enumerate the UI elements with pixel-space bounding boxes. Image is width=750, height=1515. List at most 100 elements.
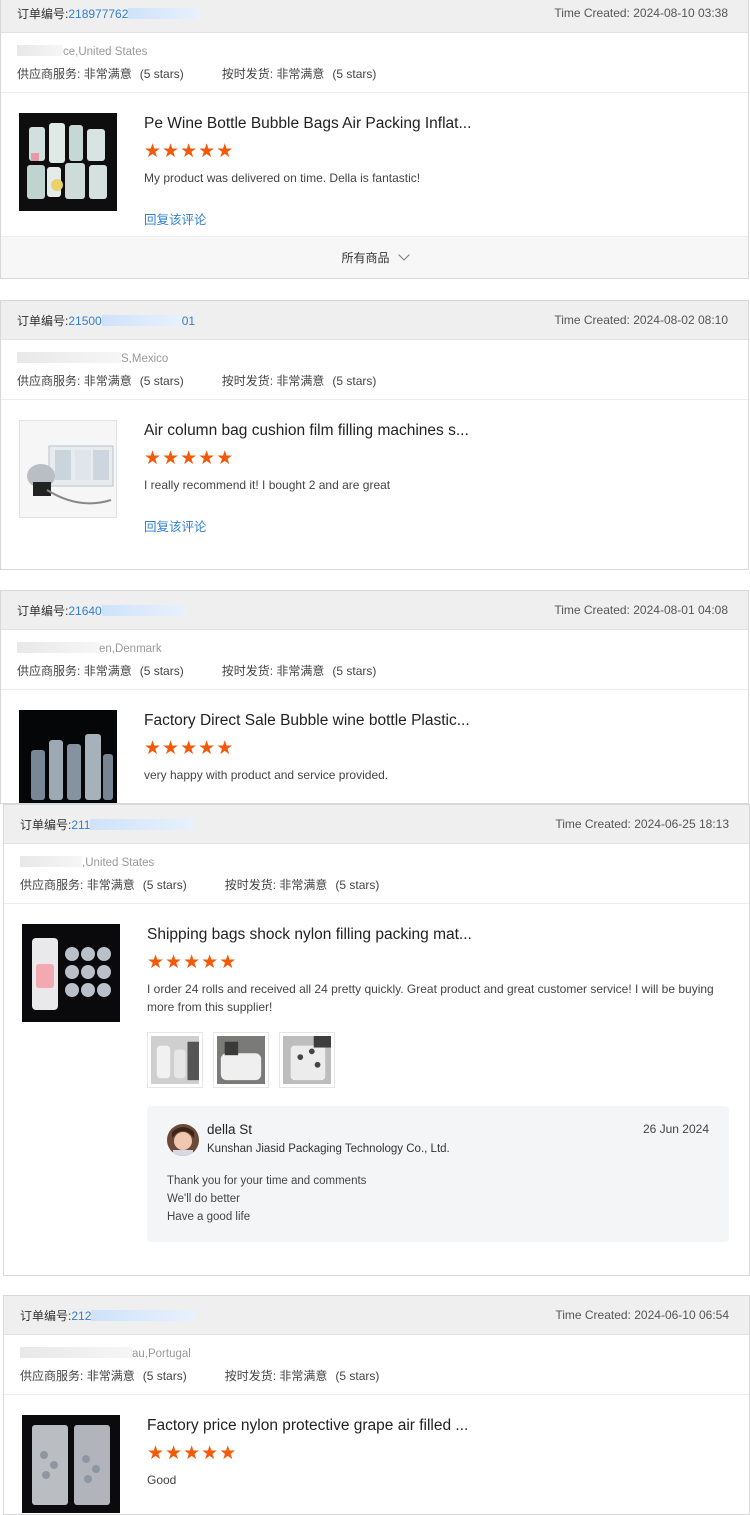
star-icon: ★ xyxy=(144,141,162,162)
time-created: Time Created: 2024-06-25 18:13 xyxy=(555,817,729,831)
product-thumbnail[interactable] xyxy=(22,924,120,1022)
product-title[interactable]: Factory price nylon protective grape air… xyxy=(147,1415,733,1437)
supplier-service-rating: 供应商服务: 非常满意 (5 stars) xyxy=(20,1369,187,1383)
star-icon: ★ xyxy=(201,952,219,973)
star-icon: ★ xyxy=(144,738,162,759)
reply-company: Kunshan Jiasid Packaging Technology Co.,… xyxy=(207,1143,450,1155)
buyer-location: ce,United States xyxy=(17,43,732,61)
seller-ratings: 供应商服务: 非常满意 (5 stars) 按时发货: 非常满意 (5 stars) xyxy=(20,1367,733,1384)
order-number[interactable]: 211 xyxy=(71,818,90,832)
review-photo[interactable] xyxy=(147,1032,203,1088)
product-review: Factory price nylon protective grape air… xyxy=(4,1395,749,1513)
reply-review-link[interactable]: 回复该评论 xyxy=(144,516,207,535)
product-thumbnail[interactable] xyxy=(19,710,117,804)
order-number-label: 订单编号: xyxy=(17,6,69,21)
redaction xyxy=(17,45,63,56)
product-title[interactable]: Shipping bags shock nylon filling packin… xyxy=(147,924,733,946)
seller-ratings: 供应商服务: 非常满意 (5 stars) 按时发货: 非常满意 (5 stars) xyxy=(17,662,732,679)
on-time-rating: 按时发货: 非常满意 (5 stars) xyxy=(224,1369,380,1383)
star-icon: ★ xyxy=(216,738,234,759)
avatar xyxy=(167,1124,199,1156)
star-rating: ★ ★ ★ ★ ★ xyxy=(144,141,732,162)
star-icon: ★ xyxy=(219,952,237,973)
star-icon: ★ xyxy=(144,448,162,469)
product-thumbnail[interactable] xyxy=(19,113,117,211)
product-review: Air column bag cushion film filling mach… xyxy=(1,400,748,536)
star-icon: ★ xyxy=(198,141,216,162)
time-created: Time Created: 2024-06-10 06:54 xyxy=(555,1308,729,1322)
review-photo[interactable] xyxy=(213,1032,269,1088)
review-card: 订单编号:21640 Time Created: 2024-08-01 04:0… xyxy=(0,590,749,804)
supplier-service-rating: 供应商服务: 非常满意 (5 stars) xyxy=(17,374,184,388)
product-review: Shipping bags shock nylon filling packin… xyxy=(4,904,749,1242)
review-card: 订单编号:211 Time Created: 2024-06-25 18:13 … xyxy=(3,804,750,1276)
seller-reply: della St Kunshan Jiasid Packaging Techno… xyxy=(147,1106,729,1242)
review-text: very happy with product and service prov… xyxy=(144,768,389,782)
time-created: Time Created: 2024-08-01 04:08 xyxy=(554,603,728,617)
buyer-meta: ,United States 供应商服务: 非常满意 (5 stars) 按时发货… xyxy=(4,844,749,904)
review-card: 订单编号:218977762 Time Created: 2024-08-10 … xyxy=(0,0,749,279)
supplier-service-rating: 供应商服务: 非常满意 (5 stars) xyxy=(17,67,184,81)
product-title[interactable]: Factory Direct Sale Bubble wine bottle P… xyxy=(144,710,732,732)
star-icon: ★ xyxy=(180,448,198,469)
star-icon: ★ xyxy=(162,738,180,759)
star-icon: ★ xyxy=(180,738,198,759)
star-icon: ★ xyxy=(147,1443,165,1464)
review-text: I really recommend it! I bought 2 and ar… xyxy=(144,478,391,492)
star-icon: ★ xyxy=(180,141,198,162)
all-products-label: 所有商品 xyxy=(341,251,390,265)
star-rating: ★ ★ ★ ★ ★ xyxy=(144,738,732,759)
seller-ratings: 供应商服务: 非常满意 (5 stars) 按时发货: 非常满意 (5 stars) xyxy=(17,372,732,389)
supplier-service-rating: 供应商服务: 非常满意 (5 stars) xyxy=(17,664,184,678)
product-title[interactable]: Air column bag cushion film filling mach… xyxy=(144,420,732,442)
review-photos xyxy=(147,1032,733,1088)
review-text: My product was delivered on time. Della … xyxy=(144,171,421,185)
order-number-label: 订单编号: xyxy=(20,817,72,832)
buyer-location: au,Portugal xyxy=(20,1345,733,1363)
reply-text: Thank you for your time and comments We'… xyxy=(167,1175,367,1223)
redaction xyxy=(20,1347,132,1358)
buyer-location: S,Mexico xyxy=(17,350,732,368)
star-icon: ★ xyxy=(147,952,165,973)
redaction xyxy=(17,352,121,363)
star-icon: ★ xyxy=(219,1443,237,1464)
review-photo[interactable] xyxy=(279,1032,335,1088)
seller-ratings: 供应商服务: 非常满意 (5 stars) 按时发货: 非常满意 (5 stars) xyxy=(17,65,732,82)
buyer-meta: en,Denmark 供应商服务: 非常满意 (5 stars) 按时发货: 非常… xyxy=(1,630,748,690)
on-time-rating: 按时发货: 非常满意 (5 stars) xyxy=(221,374,377,388)
order-number-label: 订单编号: xyxy=(17,313,69,328)
all-products-toggle[interactable]: 所有商品 xyxy=(1,236,748,278)
redaction xyxy=(90,818,195,830)
product-title[interactable]: Pe Wine Bottle Bubble Bags Air Packing I… xyxy=(144,113,732,135)
review-header: 订单编号:211 Time Created: 2024-06-25 18:13 xyxy=(4,805,749,844)
buyer-location: ,United States xyxy=(20,854,733,872)
review-card: 订单编号:212 Time Created: 2024-06-10 06:54 … xyxy=(3,1295,750,1515)
product-review: Factory Direct Sale Bubble wine bottle P… xyxy=(1,690,748,803)
review-header: 订单编号:21500 01 Time Created: 2024-08-02 08… xyxy=(1,301,748,340)
buyer-location: en,Denmark xyxy=(17,640,732,658)
on-time-rating: 按时发货: 非常满意 (5 stars) xyxy=(221,664,377,678)
star-icon: ★ xyxy=(201,1443,219,1464)
reply-review-link[interactable]: 回复该评论 xyxy=(144,209,207,228)
product-thumbnail[interactable] xyxy=(22,1415,120,1513)
order-number[interactable]: 212 xyxy=(71,1309,91,1323)
review-header: 订单编号:218977762 Time Created: 2024-08-10 … xyxy=(1,0,748,33)
star-icon: ★ xyxy=(198,738,216,759)
buyer-meta: ce,United States 供应商服务: 非常满意 (5 stars) 按时… xyxy=(1,33,748,93)
order-number[interactable]: 21640 xyxy=(68,604,101,618)
supplier-service-rating: 供应商服务: 非常满意 (5 stars) xyxy=(20,878,187,892)
star-icon: ★ xyxy=(165,952,183,973)
order-number-label: 订单编号: xyxy=(17,603,69,618)
order-number-label: 订单编号: xyxy=(20,1308,72,1323)
star-icon: ★ xyxy=(165,1443,183,1464)
time-created: Time Created: 2024-08-02 08:10 xyxy=(554,313,728,327)
redaction xyxy=(128,7,201,19)
time-created: Time Created: 2024-08-10 03:38 xyxy=(554,6,728,20)
star-rating: ★ ★ ★ ★ ★ xyxy=(147,952,733,973)
redaction xyxy=(17,642,99,653)
order-number[interactable]: 218977762 xyxy=(68,7,128,21)
product-thumbnail[interactable] xyxy=(19,420,117,518)
reply-date: 26 Jun 2024 xyxy=(642,1122,709,1136)
order-number[interactable]: 21500 xyxy=(68,314,101,328)
on-time-rating: 按时发货: 非常满意 (5 stars) xyxy=(224,878,380,892)
